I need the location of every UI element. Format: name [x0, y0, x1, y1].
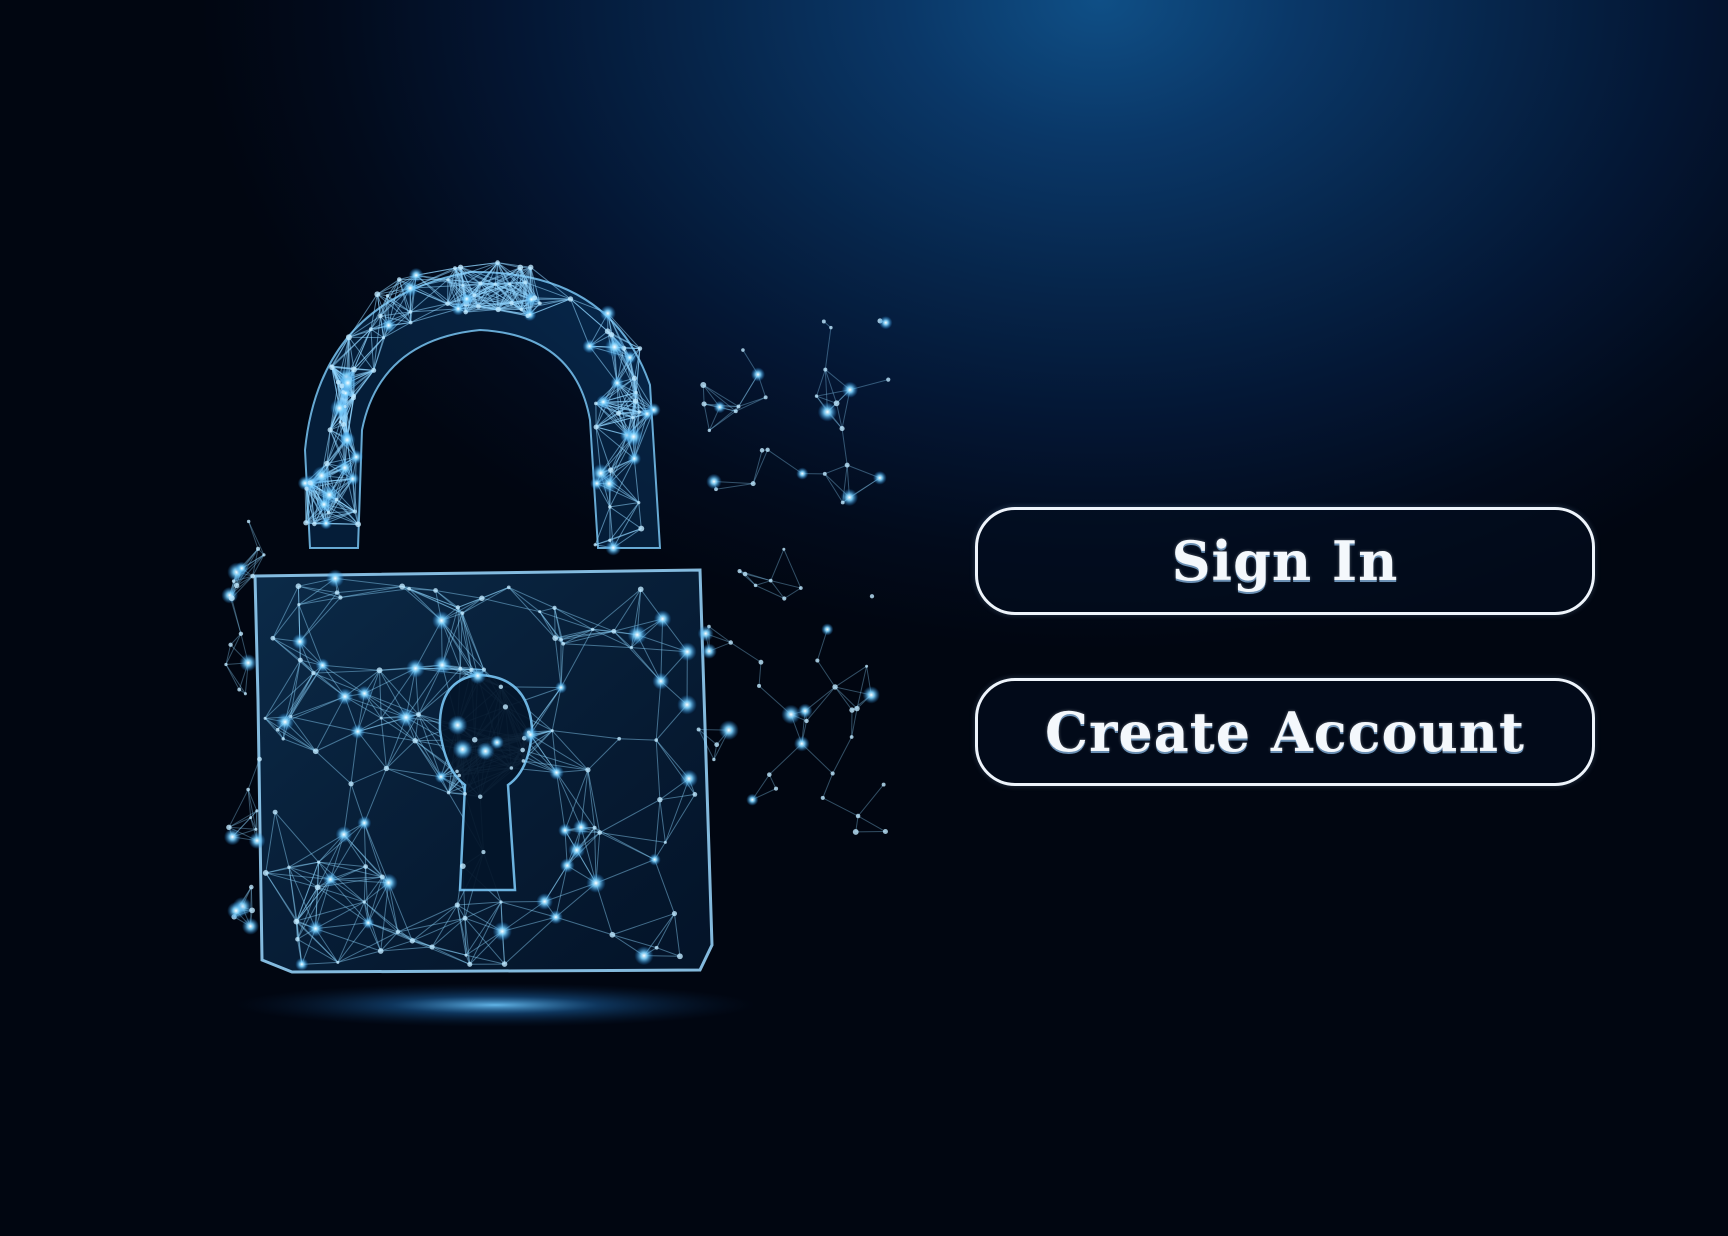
- padlock-network-icon: [221, 260, 893, 1027]
- create-account-button[interactable]: Create Account: [975, 678, 1595, 786]
- sign-in-button[interactable]: Sign In: [975, 507, 1595, 615]
- welcome-screen: Sign In Create Account: [0, 0, 1728, 1236]
- sign-in-label: Sign In: [1171, 529, 1399, 593]
- create-account-label: Create Account: [1044, 700, 1525, 764]
